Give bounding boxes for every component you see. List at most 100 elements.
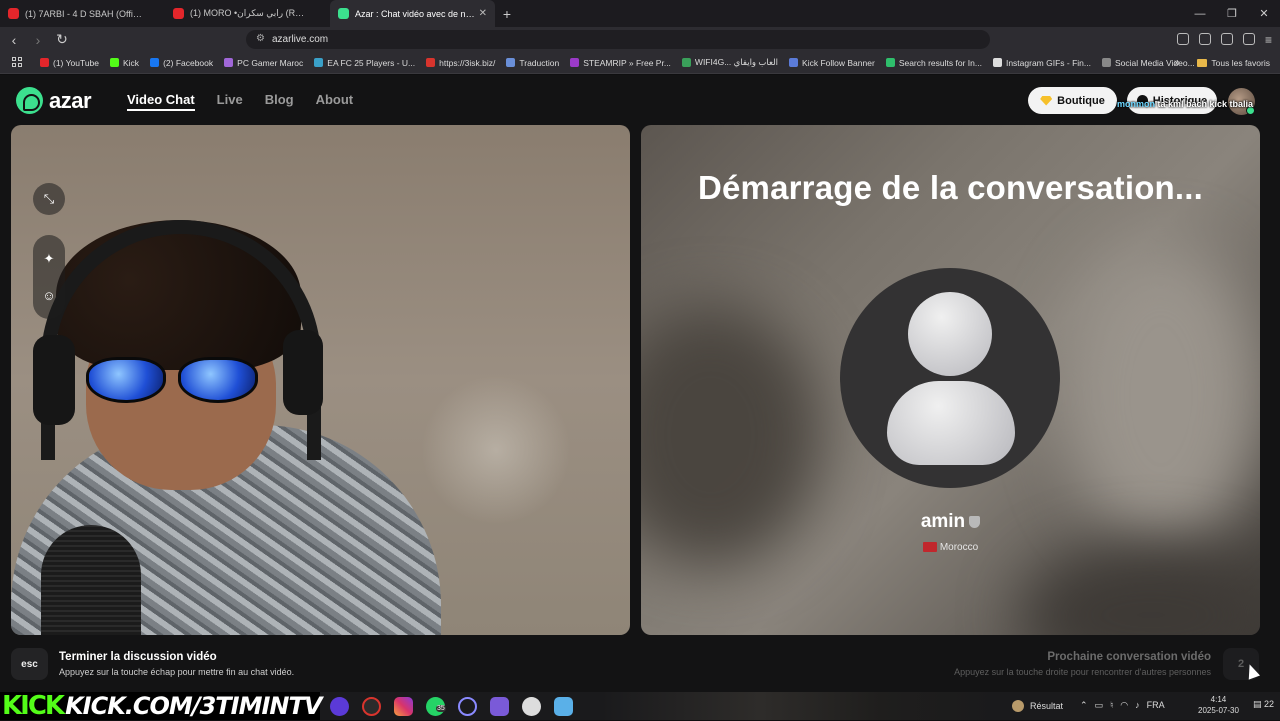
bookmark-label: Social Media Video... (1115, 57, 1195, 68)
site-info-icon[interactable]: ⚙ (256, 33, 265, 44)
browser-tab[interactable]: (1) 7ARBI - 4 D SBAH (Official lyrics v.… (0, 0, 165, 27)
system-clock[interactable]: 4:14 2025-07-30 (1198, 694, 1239, 716)
chevron-up-icon[interactable]: ⌃ (1080, 700, 1088, 711)
logo-text: azar (49, 87, 92, 113)
next-chat-title: Prochaine conversation vidéo (1047, 651, 1211, 663)
sidebar-icon[interactable] (1198, 32, 1211, 45)
app-icon[interactable] (554, 697, 573, 716)
volume-icon[interactable]: ♪ (1135, 700, 1140, 711)
back-icon[interactable]: ‹ (4, 32, 24, 48)
browser-tab[interactable]: (1) MORO •رابي سكران (REMIX BY EL... (165, 0, 330, 27)
address-bar: ‹ › ↻ ▯ ⚙ azarlive.com ≡ (0, 27, 1280, 52)
end-chat-key-button[interactable]: esc (11, 648, 48, 680)
bookmark-item[interactable]: WIFI4G... العاب وايفاي (681, 57, 778, 68)
browser-tab-active[interactable]: Azar : Chat vidéo avec de no... ✕ (330, 0, 495, 27)
taskbar-apps: 35 (330, 697, 573, 716)
bookmark-item[interactable]: (2) Facebook (150, 58, 213, 68)
youtube-icon (8, 8, 19, 19)
youtube-icon (173, 8, 184, 19)
taskbar-wallpaper-strip (600, 692, 1000, 720)
game-app-icon[interactable] (490, 697, 509, 716)
site-icon (681, 58, 691, 67)
site-icon (426, 58, 436, 67)
url-input[interactable]: ⚙ azarlive.com (246, 30, 990, 49)
microphone (41, 525, 141, 635)
reload-icon[interactable]: ↻ (52, 31, 72, 48)
azar-favicon-icon (338, 8, 349, 19)
apps-grid-icon[interactable] (12, 57, 22, 67)
instagram-app-icon[interactable] (394, 697, 413, 716)
bookmark-label: Search results for In... (898, 57, 982, 68)
site-icon (224, 58, 234, 67)
bookmark-item[interactable]: Search results for In... (885, 57, 982, 68)
stream-chat-overlay: monmon ta kml bach kick tbalia (1117, 99, 1253, 109)
notification-count: 22 (1264, 699, 1275, 709)
nav-about[interactable]: About (316, 92, 354, 111)
facebook-icon (150, 58, 160, 67)
bookmark-item[interactable]: Social Media Video... (1102, 58, 1195, 68)
shield-icon[interactable] (1242, 32, 1255, 45)
extensions-icon[interactable] (1176, 32, 1189, 45)
youtube-icon (40, 58, 49, 67)
network-icon[interactable]: ▭ (1095, 700, 1104, 711)
close-tab-icon[interactable]: ✕ (479, 8, 487, 19)
new-tab-button[interactable]: + (495, 6, 519, 22)
nav-video-chat[interactable]: Video Chat (127, 92, 195, 111)
bookmark-item[interactable]: Traduction (506, 58, 559, 68)
browser-tab-strip: (1) 7ARBI - 4 D SBAH (Official lyrics v.… (0, 0, 1280, 27)
close-window-icon[interactable]: ✕ (1248, 0, 1280, 27)
maximize-icon[interactable]: ❐ (1216, 0, 1248, 27)
whatsapp-app-icon[interactable]: 35 (426, 697, 446, 716)
country-label: Morocco (939, 542, 979, 553)
microphone-icon[interactable]: ♮ (1110, 700, 1113, 711)
azar-logo[interactable]: azar (16, 87, 92, 114)
tab-title: (1) 7ARBI - 4 D SBAH (Official lyrics v.… (25, 8, 145, 19)
bookmark-item[interactable]: (1) YouTube (40, 58, 99, 68)
bookmark-item[interactable]: PC Gamer Maroc (224, 58, 303, 68)
forward-icon[interactable]: › (28, 32, 48, 48)
wifi-icon[interactable]: ◠ (1120, 700, 1128, 711)
minimize-view-icon[interactable]: ⤡ (33, 183, 65, 215)
bookmark-label: STEAMRIP » Free Pr... (583, 57, 671, 68)
notification-center[interactable]: ▤ 22 (1253, 699, 1274, 710)
app-icon[interactable] (458, 697, 477, 716)
nav-live[interactable]: Live (217, 92, 243, 111)
bookmark-item[interactable]: EA FC 25 Players - U... (314, 58, 415, 68)
bookmark-label: EA FC 25 Players - U... (327, 57, 416, 68)
more-bookmarks-icon[interactable]: » (1174, 57, 1180, 69)
verified-badge-icon (969, 515, 981, 528)
connecting-title: Démarrage de la conversation... (697, 169, 1204, 206)
site-icon (992, 58, 1002, 67)
input-language[interactable]: FRA (1147, 700, 1165, 711)
bookmarks-bar: (1) YouTube Kick (2) Facebook PC Gamer M… (0, 52, 1280, 74)
sparkle-effects-icon[interactable]: ✦ (33, 243, 65, 275)
all-bookmarks-folder[interactable]: Tous les favoris (1197, 58, 1270, 68)
site-icon (1102, 58, 1111, 67)
wallet-icon[interactable] (1220, 32, 1233, 45)
bookmark-item[interactable]: STEAMRIP » Free Pr... (570, 58, 671, 68)
app-icon[interactable] (362, 697, 381, 716)
minimize-icon[interactable]: — (1184, 0, 1216, 27)
bookmark-label: Kick (123, 57, 140, 68)
bookmark-item[interactable]: Kick (110, 58, 139, 68)
morocco-flag-icon (922, 542, 937, 553)
taskbar-result-widget[interactable]: Résultat (1012, 700, 1063, 712)
folder-label: Tous les favoris (1211, 57, 1270, 68)
window-controls: — ❐ ✕ (1184, 0, 1280, 27)
face-filter-icon[interactable]: ☺ (33, 279, 65, 311)
gem-icon (1040, 95, 1053, 106)
media-player-app-icon[interactable] (522, 697, 541, 716)
folder-icon (1197, 58, 1208, 67)
bookmark-item[interactable]: Instagram GIFs - Fin... (992, 58, 1091, 68)
bookmark-item[interactable]: https://3isk.biz/ (426, 58, 495, 68)
bookmark-label: Traduction (519, 57, 560, 68)
browser-app-icon[interactable] (330, 697, 349, 716)
nav-blog[interactable]: Blog (265, 92, 294, 111)
next-chat-hint: Appuyez sur la touche droite pour rencon… (954, 667, 1211, 677)
toolbar-icons: ≡ (1176, 32, 1272, 47)
kick-channel-url: KICK.COM/3TIMINTV (65, 692, 322, 720)
menu-icon[interactable]: ≡ (1265, 33, 1272, 47)
kick-icon (110, 58, 119, 67)
bookmark-item[interactable]: Kick Follow Banner (789, 58, 875, 68)
boutique-button[interactable]: Boutique (1028, 87, 1117, 114)
